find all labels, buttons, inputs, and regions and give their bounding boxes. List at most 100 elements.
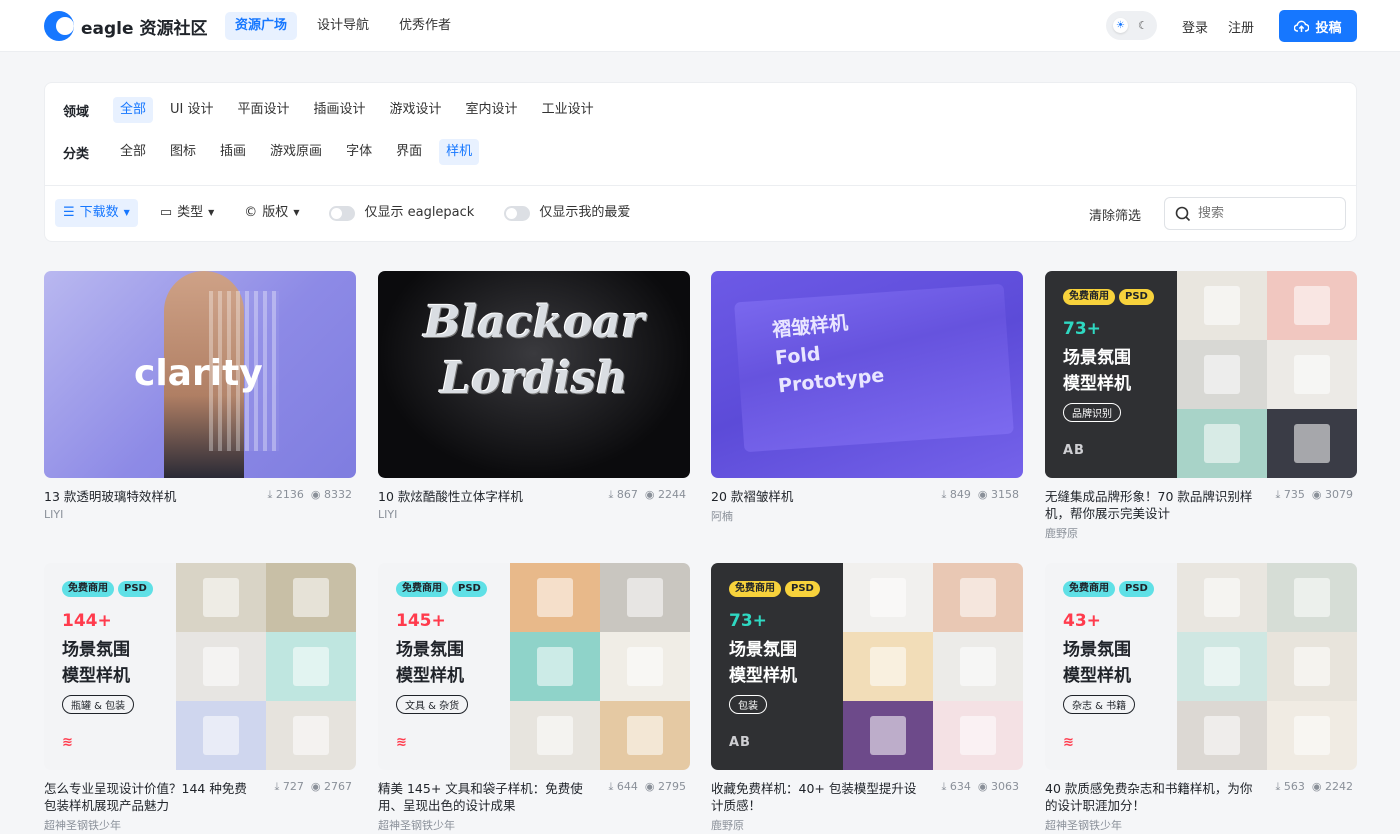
promo-tags: 免费商用 PSD xyxy=(1063,581,1177,597)
domain-chip-all[interactable]: 全部 xyxy=(113,97,154,123)
eagle-logo-icon[interactable] xyxy=(44,11,74,41)
category-chip-icons[interactable]: 图标 xyxy=(163,139,203,165)
eaglepack-toggle[interactable]: 仅显示 eaglepack xyxy=(321,199,482,227)
card-meta: 无缝集成品牌形象！70 款品牌识别样机，帮你展示完美设计 ⤓ 735 ◉ 307… xyxy=(1045,488,1357,540)
card-thumbnail[interactable]: 免费商用 PSD 145+ 场景氛围 模型样机 文具 & 杂货 ≋ xyxy=(378,563,690,770)
category-chip-game-art[interactable]: 游戏原画 xyxy=(263,139,329,165)
domain-chip-ui[interactable]: UI 设计 xyxy=(163,97,220,123)
promo-panel: 免费商用 PSD 43+ 场景氛围 模型样机 杂志 & 书籍 ≋ xyxy=(1045,563,1177,770)
card-title[interactable]: 收藏免费样机：40+ 包装模型提升设计质感！ xyxy=(711,780,921,814)
card-title[interactable]: 怎么专业呈现设计价值？144 种免费包装样机展现产品魅力 xyxy=(44,780,254,814)
category-chip-fonts[interactable]: 字体 xyxy=(339,139,379,165)
resource-card[interactable]: 免费商用 PSD 73+ 场景氛围 模型样机 品牌识别 AB 无缝集成品牌形象！… xyxy=(1045,271,1357,540)
category-chip-all[interactable]: 全部 xyxy=(113,139,153,165)
card-author[interactable]: 超神圣钢铁少年 xyxy=(1045,817,1357,833)
mockup-tile xyxy=(1177,701,1267,770)
clear-filters-button[interactable]: 清除筛选 xyxy=(1089,205,1141,224)
promo-pill: 文具 & 杂货 xyxy=(396,695,469,714)
card-title[interactable]: 13 款透明玻璃特效样机 xyxy=(44,488,254,505)
domain-chip-game[interactable]: 游戏设计 xyxy=(383,97,449,123)
card-stats: ⤓ 867 ◉ 2244 xyxy=(608,488,686,501)
type-dropdown[interactable]: ▭ 类型 ▼ xyxy=(152,199,222,227)
resource-card[interactable]: 免费商用 PSD 145+ 场景氛围 模型样机 文具 & 杂货 ≋ 精美 145… xyxy=(378,563,690,832)
upload-button[interactable]: 投稿 xyxy=(1279,10,1357,42)
promo-logo: ≋ xyxy=(62,735,74,750)
domain-chip-graphic[interactable]: 平面设计 xyxy=(231,97,297,123)
category-chip-interface[interactable]: 界面 xyxy=(389,139,429,165)
card-author[interactable]: 鹿野原 xyxy=(711,817,1023,833)
resource-card[interactable]: Blackoar Lordish 10 款炫酷酸性立体字样机 ⤓ 867 ◉ 2… xyxy=(378,271,690,528)
card-author[interactable]: 超神圣钢铁少年 xyxy=(378,817,690,833)
view-count: 2242 xyxy=(1325,780,1353,793)
favorites-toggle[interactable]: 仅显示我的最爱 xyxy=(496,199,638,227)
card-title[interactable]: 20 款褶皱样机 xyxy=(711,488,921,505)
theme-toggle[interactable]: ☀ ☾ xyxy=(1106,11,1157,40)
resource-card[interactable]: 免费商用 PSD 144+ 场景氛围 模型样机 瓶罐 & 包装 ≋ 怎么专业呈现… xyxy=(44,563,356,832)
category-chip-illustration[interactable]: 插画 xyxy=(213,139,253,165)
card-author[interactable]: 阿楠 xyxy=(711,508,1023,524)
sort-toolbar: ☰ 下载数 ▼ ▭ 类型 ▼ © 版权 ▼ 仅显示 eaglepack 仅显示我… xyxy=(55,199,638,227)
nav-top-authors[interactable]: 优秀作者 xyxy=(389,12,461,40)
psd-tag: PSD xyxy=(452,581,487,597)
card-thumbnail[interactable]: 免费商用 PSD 43+ 场景氛围 模型样机 杂志 & 书籍 ≋ xyxy=(1045,563,1357,770)
promo-pill: 包装 xyxy=(729,695,767,714)
sort-downloads-dropdown[interactable]: ☰ 下载数 ▼ xyxy=(55,199,138,227)
login-link[interactable]: 登录 xyxy=(1182,17,1208,36)
register-link[interactable]: 注册 xyxy=(1228,17,1254,36)
free-tag: 免费商用 xyxy=(1063,289,1115,305)
domain-chip-industrial[interactable]: 工业设计 xyxy=(535,97,601,123)
favorites-switch[interactable] xyxy=(504,205,531,221)
psd-tag: PSD xyxy=(1119,289,1154,305)
panel-divider xyxy=(45,185,1356,186)
card-author[interactable]: LIYI xyxy=(378,508,690,521)
resource-card[interactable]: 褶皱样机 Fold Prototype 20 款褶皱样机 ⤓ 849 ◉ 315… xyxy=(711,271,1023,528)
promo-tags: 免费商用 PSD xyxy=(1063,289,1177,305)
domain-chip-interior[interactable]: 室内设计 xyxy=(459,97,525,123)
domain-chip-illustration[interactable]: 插画设计 xyxy=(307,97,373,123)
free-tag: 免费商用 xyxy=(396,581,448,597)
brand-name[interactable]: eagle 资源社区 xyxy=(81,14,207,39)
card-thumbnail[interactable]: Blackoar Lordish xyxy=(378,271,690,478)
mockup-tile xyxy=(510,632,600,701)
card-author[interactable]: LIYI xyxy=(44,508,356,521)
card-author[interactable]: 超神圣钢铁少年 xyxy=(44,817,356,833)
card-title[interactable]: 精美 145+ 文具和袋子样机：免费使用、呈现出色的设计成果 xyxy=(378,780,588,814)
promo-tags: 免费商用 PSD xyxy=(62,581,176,597)
card-title[interactable]: 无缝集成品牌形象！70 款品牌识别样机，帮你展示完美设计 xyxy=(1045,488,1255,522)
card-thumbnail[interactable]: 免费商用 PSD 144+ 场景氛围 模型样机 瓶罐 & 包装 ≋ xyxy=(44,563,356,770)
card-meta: 怎么专业呈现设计价值？144 种免费包装样机展现产品魅力 ⤓ 727 ◉ 276… xyxy=(44,780,356,832)
resource-card[interactable]: 免费商用 PSD 73+ 场景氛围 模型样机 包装 AB 收藏免费样机：40+ … xyxy=(711,563,1023,832)
card-meta: 收藏免费样机：40+ 包装模型提升设计质感！ ⤓ 634 ◉ 3063 鹿野原 xyxy=(711,780,1023,832)
upload-cloud-icon xyxy=(1294,20,1310,32)
caret-down-icon: ▼ xyxy=(293,208,300,217)
mockup-tile xyxy=(1177,340,1267,409)
mockup-tile xyxy=(1177,409,1267,478)
search-input[interactable] xyxy=(1198,206,1328,221)
promo-line-1: 场景氛围 xyxy=(62,640,130,660)
category-chip-mockups[interactable]: 样机 xyxy=(439,139,480,165)
card-meta: 10 款炫酷酸性立体字样机 ⤓ 867 ◉ 2244 LIYI xyxy=(378,488,690,528)
card-stats: ⤓ 563 ◉ 2242 xyxy=(1275,780,1353,793)
eaglepack-switch[interactable] xyxy=(329,205,356,221)
card-title[interactable]: 40 款质感免费杂志和书籍样机，为你的设计职涯加分！ xyxy=(1045,780,1255,814)
card-thumbnail[interactable]: 免费商用 PSD 73+ 场景氛围 模型样机 品牌识别 AB xyxy=(1045,271,1357,478)
nav-resource-plaza[interactable]: 资源广场 xyxy=(225,12,298,40)
psd-tag: PSD xyxy=(118,581,153,597)
card-title[interactable]: 10 款炫酷酸性立体字样机 xyxy=(378,488,588,505)
thumbnail-art-text: Blackoar Lordish xyxy=(423,297,645,404)
mockup-tile xyxy=(1177,563,1267,632)
search-box[interactable] xyxy=(1164,197,1346,230)
mockup-mosaic xyxy=(176,563,356,770)
card-thumbnail[interactable]: 褶皱样机 Fold Prototype xyxy=(711,271,1023,478)
resource-card[interactable]: clarity 13 款透明玻璃特效样机 ⤓ 2136 ◉ 8332 LIYI xyxy=(44,271,356,528)
card-thumbnail[interactable]: 免费商用 PSD 73+ 场景氛围 模型样机 包装 AB xyxy=(711,563,1023,770)
mockup-tile xyxy=(510,701,600,770)
resource-card[interactable]: 免费商用 PSD 43+ 场景氛围 模型样机 杂志 & 书籍 ≋ 40 款质感免… xyxy=(1045,563,1357,832)
license-dropdown[interactable]: © 版权 ▼ xyxy=(236,199,307,227)
download-count: 2136 xyxy=(275,488,304,501)
nav-design-navigation[interactable]: 设计导航 xyxy=(307,12,379,40)
card-thumbnail[interactable]: clarity xyxy=(44,271,356,478)
caret-down-icon: ▼ xyxy=(208,208,215,217)
promo-logo: ≋ xyxy=(396,735,408,750)
card-author[interactable]: 鹿野原 xyxy=(1045,525,1357,541)
